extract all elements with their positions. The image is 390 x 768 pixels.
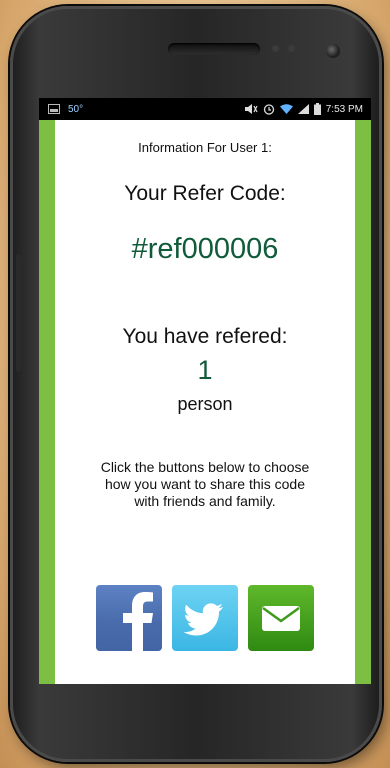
sensor-dot (288, 45, 295, 52)
right-accent-bar (355, 120, 371, 684)
alarm-icon (263, 104, 274, 115)
volume-button (16, 254, 22, 372)
wifi-icon (279, 104, 293, 114)
image-notification-icon (48, 104, 60, 114)
facebook-share-button[interactable] (96, 585, 162, 651)
earpiece-speaker (168, 43, 260, 55)
referred-label: You have refered: (122, 325, 288, 348)
battery-icon (313, 103, 321, 115)
refer-code-value: #ref000006 (131, 233, 279, 265)
facebook-icon (96, 592, 162, 651)
temperature-text: 50° (68, 103, 84, 115)
left-accent-bar (39, 120, 55, 684)
signal-icon (297, 104, 309, 114)
email-share-button[interactable] (248, 585, 314, 651)
twitter-bird-icon (183, 603, 223, 636)
envelope-icon (262, 606, 300, 631)
share-instructions: Click the buttons below to choose how yo… (100, 459, 310, 509)
referred-count: 1 (197, 355, 213, 385)
app-screen: 50° 7:53 PM Information For User 1: Your… (39, 98, 371, 684)
refer-code-label: Your Refer Code: (124, 182, 286, 205)
front-camera (326, 44, 340, 58)
info-title: Information For User 1: (138, 140, 272, 155)
clock-text: 7:53 PM (325, 103, 363, 115)
share-buttons (96, 585, 316, 651)
sensor-dot (272, 45, 279, 52)
content-panel: Information For User 1: Your Refer Code:… (55, 120, 355, 684)
status-bar: 50° 7:53 PM (39, 98, 371, 120)
mute-icon (244, 104, 258, 114)
twitter-share-button[interactable] (172, 585, 238, 651)
referred-unit: person (177, 394, 233, 414)
